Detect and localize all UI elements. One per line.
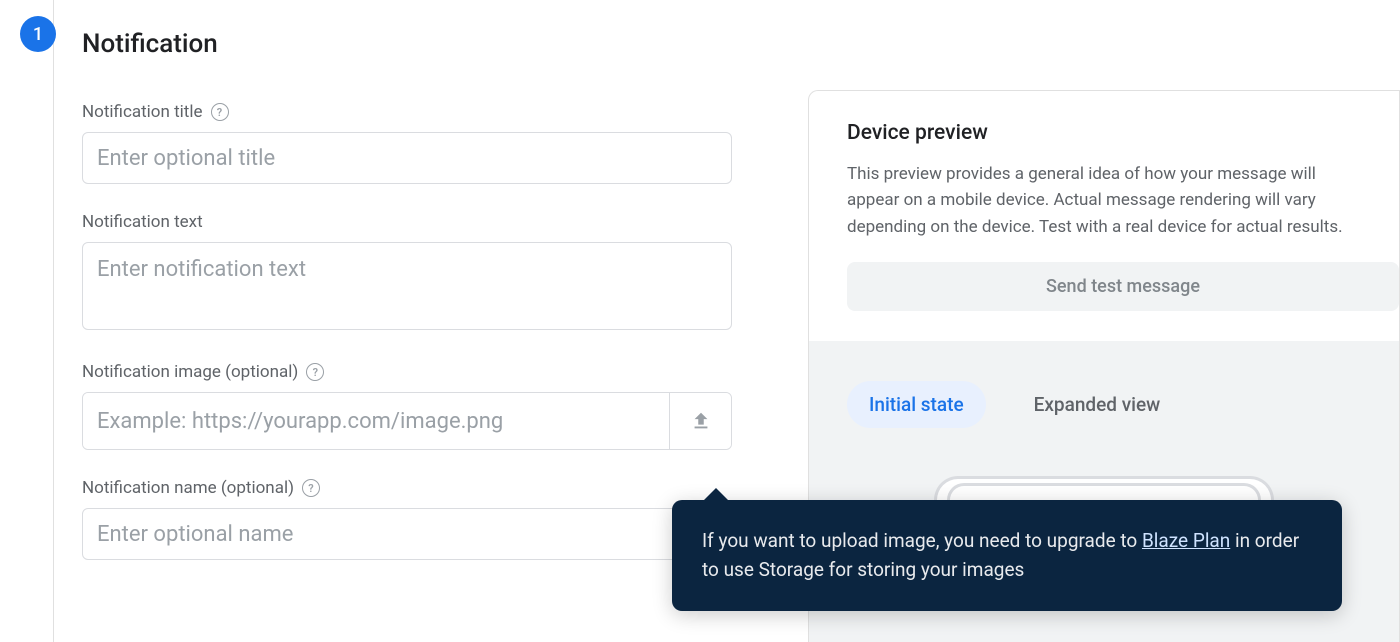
tab-initial-state[interactable]: Initial state bbox=[847, 381, 986, 428]
field-notification-title: Notification title ? bbox=[82, 102, 788, 184]
notification-text-input[interactable] bbox=[82, 242, 732, 330]
label-notification-name: Notification name (optional) bbox=[82, 478, 294, 498]
device-preview-heading: Device preview bbox=[809, 91, 1399, 161]
label-notification-image: Notification image (optional) bbox=[82, 362, 298, 382]
help-icon[interactable]: ? bbox=[306, 363, 324, 381]
help-icon[interactable]: ? bbox=[302, 479, 320, 497]
tooltip-text-pre: If you want to upload image, you need to… bbox=[702, 529, 1142, 552]
notification-image-url-input[interactable] bbox=[83, 393, 669, 449]
notification-name-input[interactable] bbox=[82, 508, 732, 560]
label-notification-text: Notification text bbox=[82, 212, 203, 232]
field-notification-text: Notification text bbox=[82, 212, 788, 334]
upload-icon bbox=[690, 410, 712, 432]
upload-image-button[interactable] bbox=[669, 393, 731, 449]
device-preview-description: This preview provides a general idea of … bbox=[809, 161, 1399, 262]
notification-form: Notification title ? Notification text N… bbox=[54, 62, 808, 560]
section-title: Notification bbox=[54, 26, 808, 62]
label-notification-title: Notification title bbox=[82, 102, 203, 122]
help-icon[interactable]: ? bbox=[211, 103, 229, 121]
upgrade-tooltip: If you want to upload image, you need to… bbox=[672, 500, 1342, 611]
device-mockup bbox=[934, 476, 1274, 500]
field-notification-image: Notification image (optional) ? bbox=[82, 362, 788, 450]
send-test-message-button[interactable]: Send test message bbox=[847, 262, 1399, 311]
blaze-plan-link[interactable]: Blaze Plan bbox=[1142, 529, 1230, 552]
tab-expanded-view[interactable]: Expanded view bbox=[1012, 381, 1183, 428]
notification-title-input[interactable] bbox=[82, 132, 732, 184]
step-number-badge: 1 bbox=[20, 16, 56, 52]
